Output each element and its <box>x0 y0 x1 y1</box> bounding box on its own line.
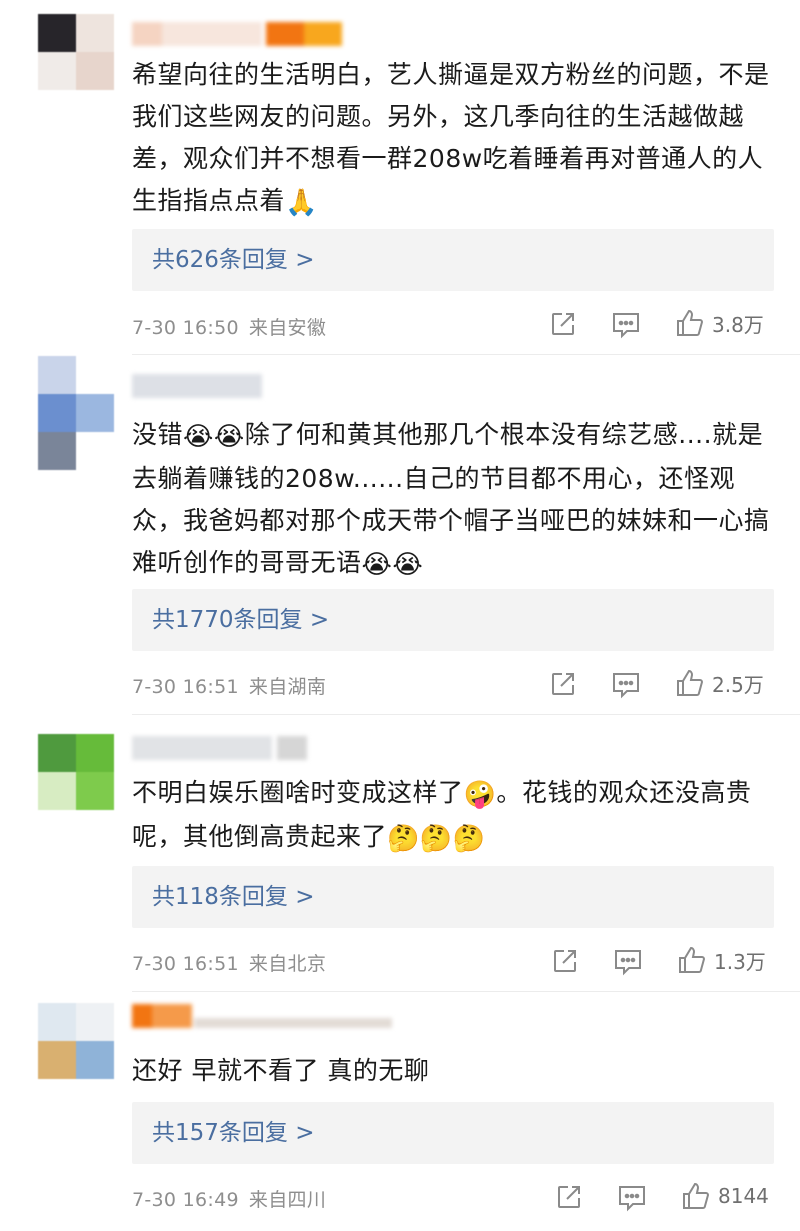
replies-link[interactable]: 共626条回复 > <box>132 229 774 291</box>
like-count: 8144 <box>718 1184 769 1208</box>
comment-meta: 7-30 16:51 来自湖南 <box>132 672 326 699</box>
avatar[interactable] <box>38 734 114 810</box>
share-icon[interactable] <box>555 1183 583 1211</box>
comment-icon[interactable] <box>613 948 643 976</box>
comment-icon[interactable] <box>611 671 641 699</box>
comment-text: 不明白娱乐圈啥时变成这样了🤪。花钱的观众还没高贵呢，其他倒高贵起来了🤔🤔🤔 <box>132 772 772 860</box>
comment-meta: 7-30 16:51 来自北京 <box>132 949 326 976</box>
like-button[interactable]: 2.5万 <box>674 667 764 699</box>
comment-text: 希望向往的生活明白，艺人撕逼是双方粉丝的问题，不是我们这些网友的问题。另外，这几… <box>132 54 772 224</box>
like-count: 2.5万 <box>712 672 764 697</box>
share-icon[interactable] <box>549 310 577 338</box>
comment-icon[interactable] <box>617 1184 647 1212</box>
avatar[interactable] <box>38 356 114 470</box>
comment-item: 希望向往的生活明白，艺人撕逼是双方粉丝的问题，不是我们这些网友的问题。另外，这几… <box>0 0 800 355</box>
crying-emoji: 😭😭 <box>361 550 424 580</box>
comment-date: 7-30 16:49 <box>132 1189 239 1211</box>
comment-meta: 7-30 16:50 来自安徽 <box>132 313 326 340</box>
comment-location: 来自湖南 <box>248 676 327 698</box>
divider <box>132 714 800 715</box>
like-icon <box>677 309 704 336</box>
replies-link[interactable]: 共118条回复 > <box>132 866 774 928</box>
comment-text: 没错😭😭除了何和黄其他那几个根本没有综艺感....就是去躺着赚钱的208w...… <box>132 414 772 586</box>
comment-text: 还好 早就不看了 真的无聊 <box>132 1056 430 1085</box>
divider <box>132 354 800 355</box>
comment-location: 来自安徽 <box>248 317 327 339</box>
replies-link[interactable]: 共1770条回复 > <box>132 589 774 651</box>
thinking-emoji: 🤔🤔🤔 <box>387 824 486 854</box>
like-button[interactable]: 8144 <box>680 1180 769 1212</box>
comment-icon[interactable] <box>611 311 641 339</box>
comment-meta: 7-30 16:49 来自四川 <box>132 1185 326 1212</box>
like-button[interactable]: 3.8万 <box>674 307 764 339</box>
username[interactable] <box>132 374 262 398</box>
like-icon <box>683 1182 710 1209</box>
crazy-face-emoji: 🤪 <box>463 780 497 810</box>
comment-location: 来自北京 <box>248 953 327 975</box>
like-icon <box>677 669 704 696</box>
share-icon[interactable] <box>551 947 579 975</box>
comment-location: 来自四川 <box>248 1189 327 1211</box>
username[interactable] <box>132 1004 392 1028</box>
share-icon[interactable] <box>549 670 577 698</box>
avatar[interactable] <box>38 1003 114 1079</box>
like-count: 1.3万 <box>714 949 766 974</box>
like-button[interactable]: 1.3万 <box>676 944 766 976</box>
comment-date: 7-30 16:51 <box>132 676 239 698</box>
comment-date: 7-30 16:51 <box>132 953 239 975</box>
crying-emoji: 😭😭 <box>183 422 245 452</box>
replies-link[interactable]: 共157条回复 > <box>132 1102 774 1164</box>
comment-date: 7-30 16:50 <box>132 317 239 339</box>
like-count: 3.8万 <box>712 312 764 337</box>
avatar[interactable] <box>38 14 114 90</box>
username[interactable] <box>132 22 344 46</box>
username[interactable] <box>132 736 312 760</box>
like-icon <box>679 946 706 973</box>
divider <box>132 991 800 992</box>
pray-emoji: 🙏 <box>285 188 318 218</box>
